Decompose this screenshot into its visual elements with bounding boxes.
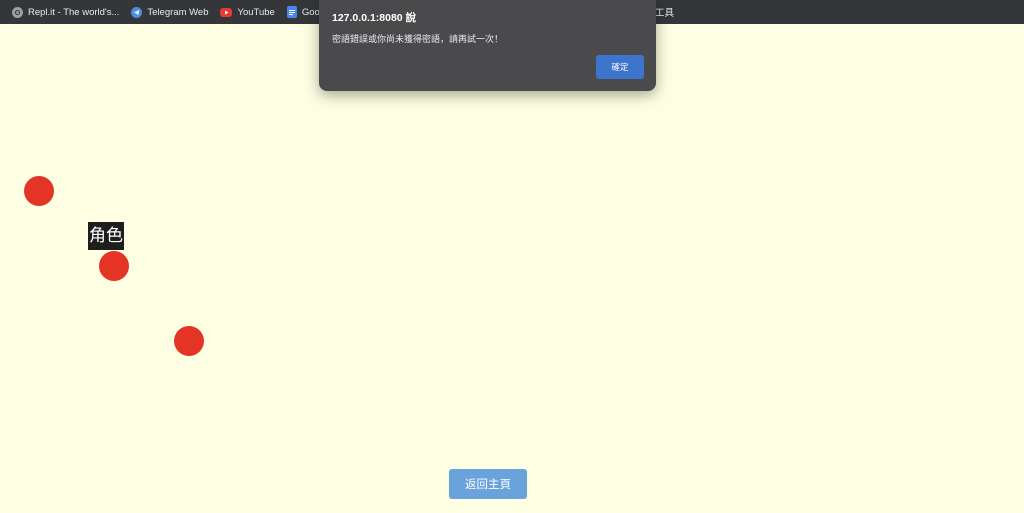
red-dot <box>24 176 54 206</box>
alert-ok-button[interactable]: 確定 <box>596 55 644 79</box>
bookmark-label: Repl.it - The world's... <box>28 6 120 18</box>
youtube-icon <box>220 7 233 17</box>
telegram-icon <box>131 6 143 18</box>
red-dot <box>99 251 129 281</box>
bookmark-replit[interactable]: Repl.it - The world's... <box>6 0 125 24</box>
alert-dialog: 127.0.0.1:8080 說 密語錯誤或你尚未獲得密語，請再試一次！ 確定 <box>319 0 656 91</box>
bookmark-youtube[interactable]: YouTube <box>214 0 280 24</box>
alert-title: 127.0.0.1:8080 說 <box>332 12 417 24</box>
bookmark-telegram[interactable]: Telegram Web <box>125 0 214 24</box>
red-dot <box>174 326 204 356</box>
return-home-button[interactable]: 返回主頁 <box>449 469 527 499</box>
alert-message: 密語錯誤或你尚未獲得密語，請再試一次！ <box>332 35 504 45</box>
role-label: 角色 <box>88 222 124 250</box>
bookmark-label: 工具 <box>655 8 675 19</box>
replit-icon <box>12 6 23 18</box>
google-docs-icon <box>286 6 297 18</box>
bookmark-label: Telegram Web <box>147 6 209 18</box>
bookmark-tools[interactable]: 工具 <box>655 0 674 24</box>
bookmark-label: YouTube <box>237 6 275 18</box>
